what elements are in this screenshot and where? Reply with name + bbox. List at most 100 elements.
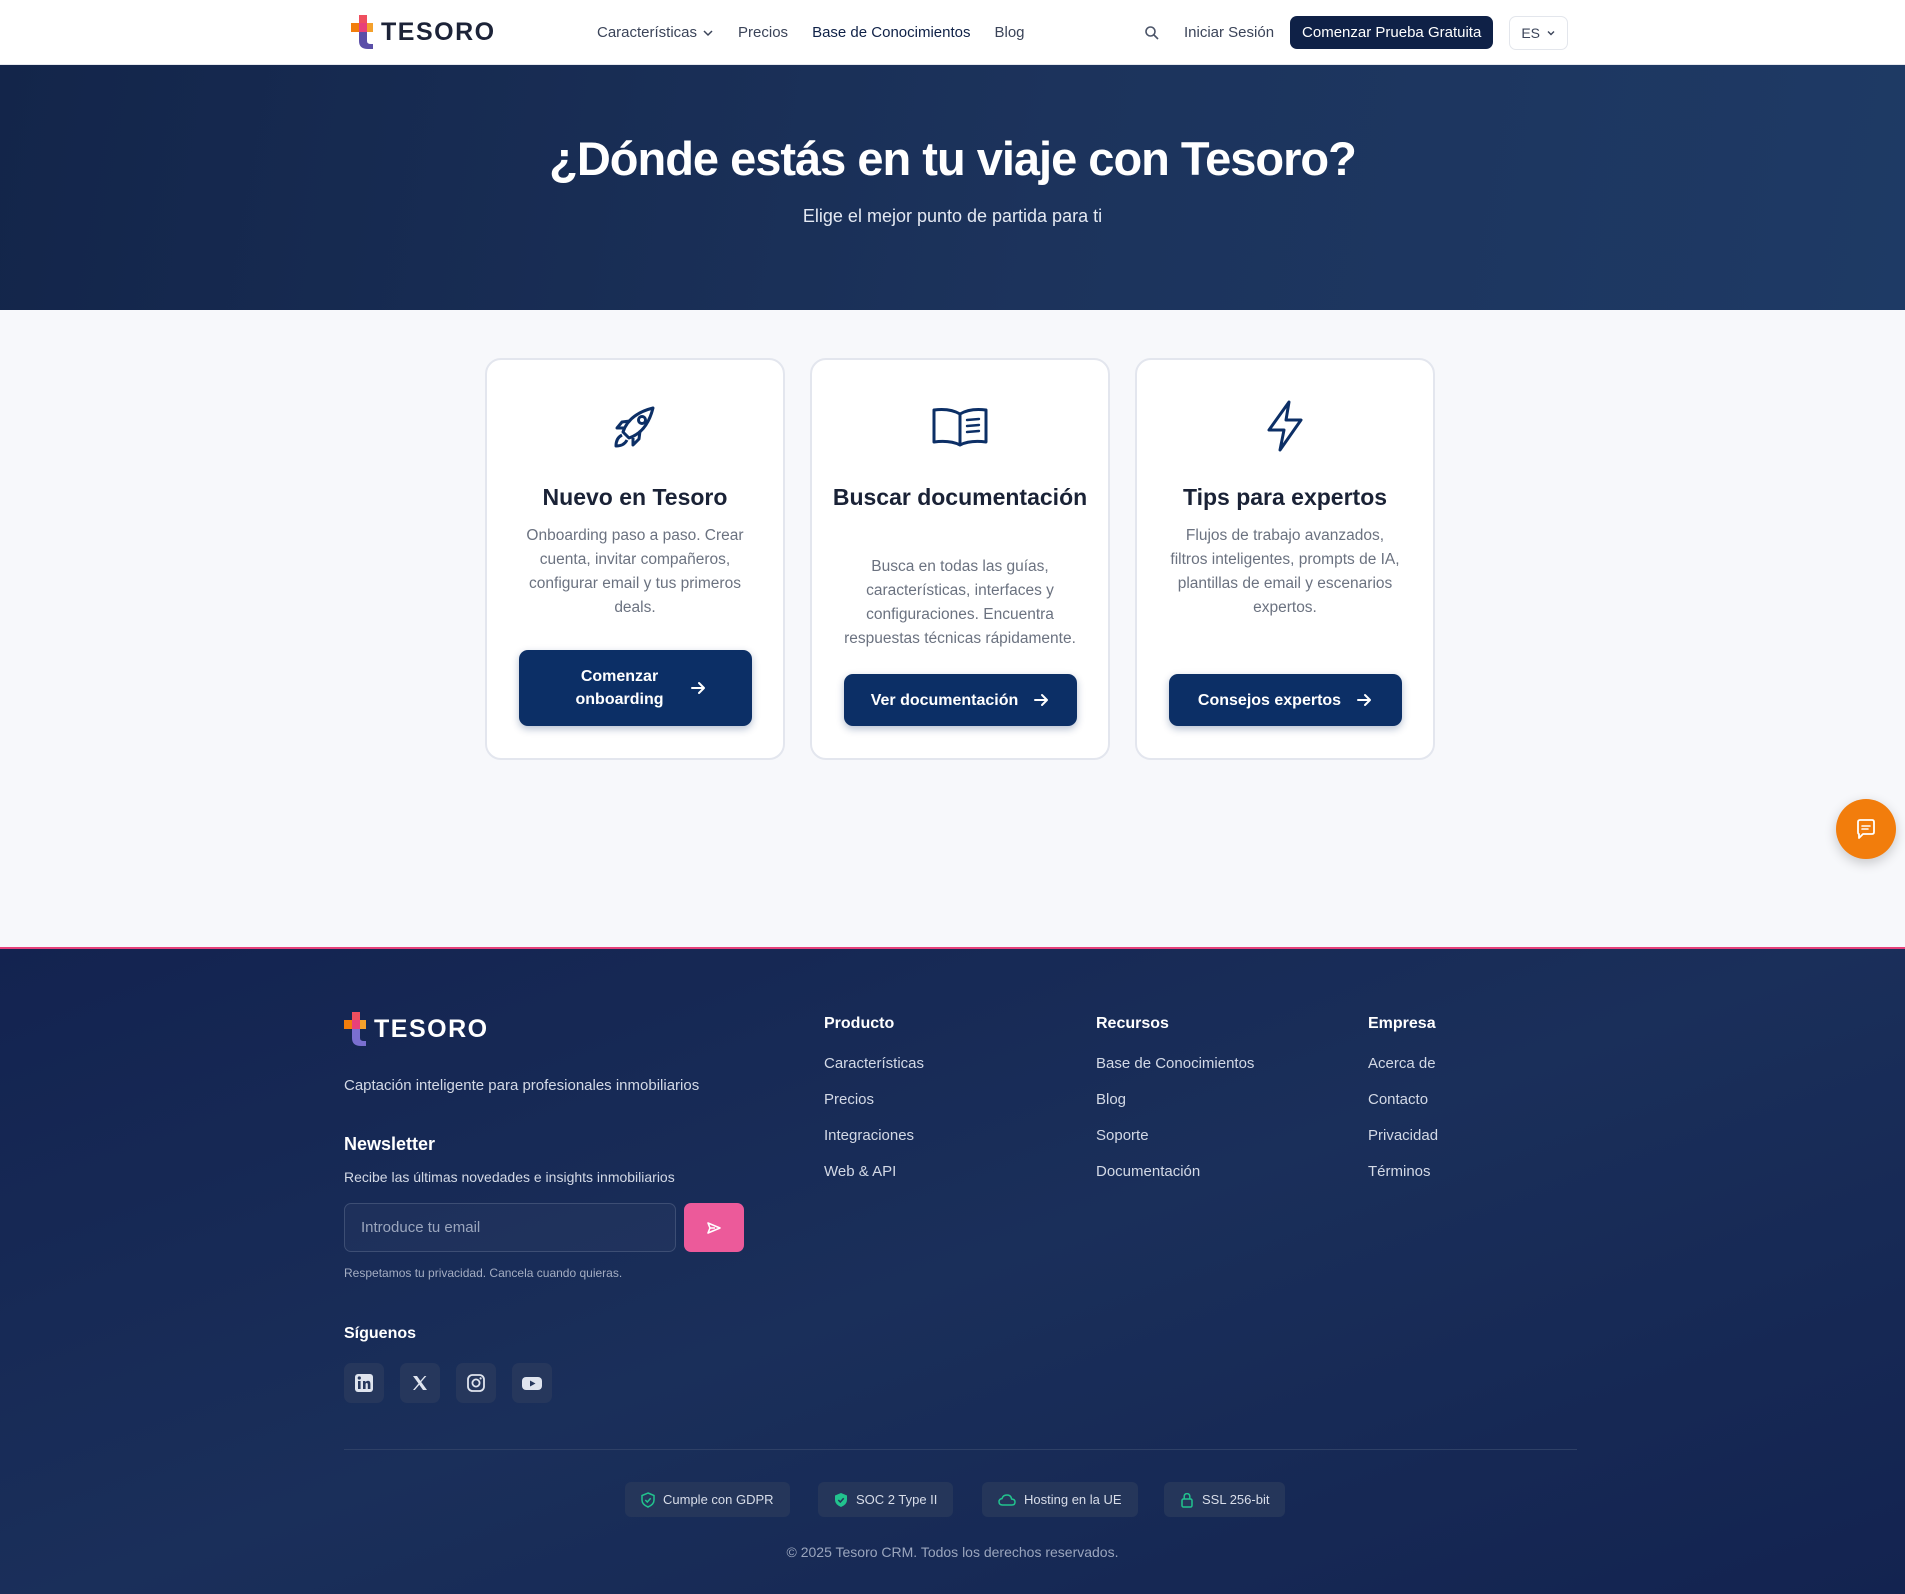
cloud-icon — [998, 1493, 1016, 1506]
main-nav: Características Precios Base de Conocimi… — [597, 0, 1025, 65]
badge-ssl: SSL 256-bit — [1164, 1482, 1286, 1517]
footer-brand-name: TESORO — [374, 1014, 489, 1043]
nav-features-label: Características — [597, 24, 698, 41]
arrow-right-icon — [1034, 694, 1049, 706]
x-icon — [413, 1376, 427, 1390]
footer-column-resources: Recursos Base de Conocimientos Blog Sopo… — [1096, 1015, 1254, 1199]
button-label: Comenzar onboarding — [575, 668, 664, 708]
card-title: Nuevo en Tesoro — [542, 484, 728, 510]
nav-knowledge-base-label: Base de Conocimientos — [812, 24, 971, 41]
start-onboarding-button[interactable]: Comenzar onboarding — [519, 650, 752, 726]
footer-brand-logo[interactable]: TESORO — [344, 1012, 489, 1046]
book-icon — [932, 408, 988, 447]
newsletter-title: Newsletter — [344, 1134, 436, 1154]
footer-link[interactable]: Contacto — [1368, 1091, 1438, 1127]
hero-subtitle: Elige el mejor punto de partida para ti — [802, 206, 1103, 226]
chevron-down-icon — [703, 29, 713, 36]
card-description: Onboarding paso a paso. Crear cuenta, in… — [526, 527, 744, 616]
card-icon-wrap — [812, 398, 1108, 454]
button-label: Consejos expertos — [1197, 691, 1342, 709]
chat-button[interactable] — [1836, 799, 1896, 859]
arrow-right-icon — [1357, 694, 1372, 706]
footer-tagline: Captación inteligente para profesionales… — [344, 1077, 700, 1094]
badge-label: SOC 2 Type II — [856, 1492, 938, 1507]
start-trial-button[interactable]: Comenzar Prueba Gratuita — [1290, 16, 1494, 49]
button-label: Ver documentación — [870, 691, 1019, 709]
footer-link[interactable]: Términos — [1368, 1163, 1438, 1199]
chat-icon — [1857, 819, 1875, 839]
shield-check-icon — [641, 1491, 655, 1508]
brand-name: TESORO — [381, 17, 496, 46]
language-selector[interactable]: ES — [1509, 15, 1568, 50]
badge-label: Cumple con GDPR — [663, 1492, 774, 1507]
badge-gdpr: Cumple con GDPR — [625, 1482, 790, 1517]
login-link[interactable]: Iniciar Sesión — [1184, 24, 1274, 41]
card-icon-wrap — [1137, 398, 1433, 454]
shield-icon — [835, 1492, 847, 1507]
follow-title: Síguenos — [344, 1325, 417, 1342]
copyright: © 2025 Tesoro CRM. Todos los derechos re… — [786, 1544, 1119, 1560]
arrow-right-icon — [690, 682, 705, 694]
card-description: Flujos de trabajo avanzados, filtros int… — [1170, 527, 1400, 616]
nav-pricing-label: Precios — [738, 24, 789, 41]
top-nav: TESORO Características Precios Base de C… — [0, 0, 1905, 65]
language-label: ES — [1521, 24, 1540, 41]
footer-column-title: Empresa — [1368, 1015, 1436, 1032]
footer-column-title: Producto — [824, 1015, 895, 1032]
youtube-icon — [522, 1377, 542, 1390]
brand-logo[interactable]: TESORO — [351, 15, 496, 49]
footer-link[interactable]: Soporte — [1096, 1127, 1254, 1163]
card-documentation: Buscar documentación Busca en todas las … — [810, 358, 1110, 760]
footer-link[interactable]: Blog — [1096, 1091, 1254, 1127]
tesoro-logo-icon — [351, 15, 373, 49]
card-title: Tips para expertos — [1182, 484, 1388, 510]
badge-soc2: SOC 2 Type II — [818, 1482, 954, 1517]
view-docs-button[interactable]: Ver documentación — [844, 674, 1077, 726]
newsletter-privacy-note: Respetamos tu privacidad. Cancela cuando… — [344, 1266, 623, 1280]
footer-link[interactable]: Privacidad — [1368, 1127, 1438, 1163]
linkedin-icon — [355, 1374, 373, 1392]
badge-label: Hosting en la UE — [1024, 1492, 1122, 1507]
instagram-icon — [467, 1374, 485, 1392]
hero-title: ¿Dónde estás en tu viaje con Tesoro? — [549, 132, 1357, 185]
footer-column-title: Recursos — [1096, 1015, 1169, 1032]
card-icon-wrap — [487, 398, 783, 454]
footer-link[interactable]: Base de Conocimientos — [1096, 1055, 1254, 1091]
badge-label: SSL 256-bit — [1202, 1492, 1270, 1507]
nav-blog[interactable]: Blog — [995, 24, 1025, 41]
newsletter-submit-button[interactable] — [684, 1203, 744, 1252]
card-onboarding: Nuevo en Tesoro Onboarding paso a paso. … — [485, 358, 785, 760]
footer-link[interactable]: Web & API — [824, 1163, 924, 1199]
youtube-link[interactable] — [512, 1363, 552, 1403]
footer-column-company: Empresa Acerca de Contacto Privacidad Té… — [1368, 1015, 1438, 1199]
rocket-icon — [614, 406, 655, 448]
footer-link[interactable]: Características — [824, 1055, 924, 1091]
nav-actions: Iniciar Sesión Comenzar Prueba Gratuita … — [1142, 0, 1568, 65]
linkedin-link[interactable] — [344, 1363, 384, 1403]
footer-column-product: Producto Características Precios Integra… — [824, 1015, 924, 1199]
lock-icon — [1181, 1492, 1193, 1508]
expert-tips-button[interactable]: Consejos expertos — [1169, 674, 1402, 726]
card-title: Buscar documentación — [832, 484, 1088, 510]
nav-pricing[interactable]: Precios — [738, 24, 788, 41]
lightning-icon — [1267, 400, 1303, 452]
newsletter-email-input[interactable] — [344, 1203, 676, 1252]
hero: ¿Dónde estás en tu viaje con Tesoro? Eli… — [0, 65, 1905, 310]
x-link[interactable] — [400, 1363, 440, 1403]
search-icon — [1145, 25, 1159, 40]
footer-link[interactable]: Acerca de — [1368, 1055, 1438, 1091]
nav-knowledge-base[interactable]: Base de Conocimientos — [812, 24, 970, 41]
chevron-down-icon — [1547, 30, 1555, 35]
newsletter-subtitle: Recibe las últimas novedades e insights … — [344, 1169, 675, 1185]
badge-eu-hosting: Hosting en la UE — [982, 1482, 1138, 1517]
card-expert-tips: Tips para expertos Flujos de trabajo ava… — [1135, 358, 1435, 760]
send-icon — [707, 1221, 721, 1234]
tesoro-logo-icon — [344, 1012, 366, 1046]
footer-link[interactable]: Documentación — [1096, 1163, 1254, 1199]
search-button[interactable] — [1142, 23, 1162, 43]
card-description: Busca en todas las guías, característica… — [844, 558, 1076, 647]
footer-link[interactable]: Precios — [824, 1091, 924, 1127]
footer-link[interactable]: Integraciones — [824, 1127, 924, 1163]
instagram-link[interactable] — [456, 1363, 496, 1403]
nav-features[interactable]: Características — [597, 24, 714, 41]
